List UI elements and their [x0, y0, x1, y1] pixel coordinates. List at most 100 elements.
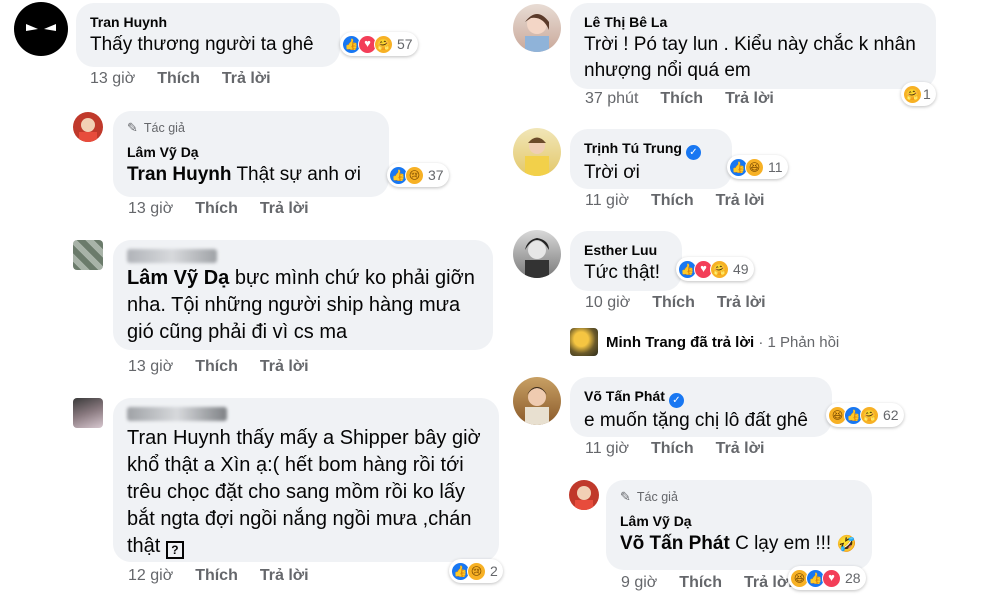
like-button[interactable]: Thích: [652, 294, 695, 312]
like-button[interactable]: Thích: [651, 192, 694, 210]
avatar[interactable]: [569, 480, 599, 510]
commenter-name[interactable]: Lê Thị Bê La: [584, 12, 667, 32]
like-button[interactable]: Thích: [660, 90, 703, 108]
reply-button[interactable]: Trả lời: [744, 574, 793, 592]
mention-tag[interactable]: Tran Huynh: [127, 164, 232, 185]
reaction-summary[interactable]: 😆 👍 ♥ 28: [788, 566, 866, 590]
comment-actions: 11 giờ Thích Trả lời: [585, 192, 764, 210]
like-button[interactable]: Thích: [157, 70, 200, 88]
like-button[interactable]: Thích: [679, 574, 722, 592]
reaction-count: 57: [397, 36, 413, 52]
comment-text: Tức thật!: [584, 262, 661, 283]
comment-actions: 11 giờ Thích Trả lời: [585, 440, 764, 458]
comment-bubble: Lâm Vỹ Dạ bực mình chứ ko phải giỡn nha.…: [113, 240, 493, 350]
sad-icon: 😢: [405, 165, 424, 185]
avatar[interactable]: [73, 398, 103, 428]
author-label: Tác giả: [636, 490, 678, 504]
love-icon: ♥: [822, 568, 841, 588]
comment-text: Thấy thương người ta ghê: [90, 34, 314, 55]
blurred-name: [127, 407, 227, 421]
commenter-name[interactable]: Lâm Vỹ Dạ: [127, 142, 199, 162]
verified-badge-icon: ✓: [668, 393, 684, 408]
reply-button[interactable]: Trả lời: [716, 440, 765, 458]
blurred-name: [127, 249, 217, 263]
comment-text-line: gió cũng phải đi vì cs ma: [127, 321, 348, 343]
care-icon: 🤗: [860, 405, 879, 425]
timestamp[interactable]: 10 giờ: [585, 294, 630, 312]
avatar[interactable]: [14, 2, 68, 56]
like-button[interactable]: Thích: [651, 440, 694, 458]
care-icon: 🤗: [903, 84, 922, 104]
reply-button[interactable]: Trả lời: [260, 567, 309, 585]
avatar[interactable]: [513, 4, 561, 52]
comment-text: C lạy em !!!: [735, 533, 832, 554]
comment-actions: 37 phút Thích Trả lời: [585, 90, 774, 108]
reaction-summary[interactable]: 🤗 1: [901, 82, 936, 106]
rofl-icon: 🤣: [836, 536, 857, 553]
commenter-name[interactable]: Tran Huynh: [90, 12, 167, 32]
reaction-count: 37: [428, 167, 444, 183]
comment-actions: 12 giờ Thích Trả lời: [128, 567, 309, 585]
separator: ·: [758, 333, 764, 351]
reaction-count: 62: [883, 407, 899, 423]
comment-bubble: Trịnh Tú Trung ✓ Trời ơi: [570, 129, 732, 189]
commenter-name[interactable]: Trịnh Tú Trung ✓: [584, 138, 701, 160]
reaction-count: 49: [733, 261, 749, 277]
avatar: [570, 328, 598, 356]
reaction-summary[interactable]: 👍 😢 2: [449, 559, 503, 583]
timestamp[interactable]: 11 giờ: [585, 192, 629, 210]
reply-button[interactable]: Trả lời: [725, 90, 774, 108]
reaction-count: 1: [923, 86, 931, 102]
like-button[interactable]: Thích: [195, 567, 238, 585]
reaction-summary[interactable]: 👍 ♥ 🤗 57: [340, 32, 418, 56]
reply-button[interactable]: Trả lời: [716, 192, 765, 210]
reply-button[interactable]: Trả lời: [222, 70, 271, 88]
commenter-name[interactable]: Esther Luu: [584, 240, 657, 260]
comment-text-line: thấy mấy a Shipper bây giờ: [236, 427, 481, 449]
timestamp[interactable]: 9 giờ: [621, 574, 657, 592]
reaction-count: 2: [490, 563, 498, 579]
commenter-name[interactable]: Võ Tấn Phát ✓: [584, 386, 684, 408]
avatar[interactable]: [513, 230, 561, 278]
timestamp[interactable]: 13 giờ: [90, 70, 135, 88]
reaction-summary[interactable]: 👍 😆 11: [727, 155, 788, 179]
replier-name: Minh Trang: [606, 333, 686, 351]
comment-text-line: bắt ngta đợi ngồi nắng ngồi mưa ,chán: [127, 508, 472, 530]
comment-bubble: ✎ Tác giả Lâm Vỹ Dạ Tran Huynh Thật sự a…: [113, 111, 389, 197]
timestamp[interactable]: 13 giờ: [128, 200, 173, 218]
comment-bubble: Tran Huynh Thấy thương người ta ghê: [76, 3, 340, 67]
comment-text-line: khổ thật a Xìn ạ:( hết bom hàng rồi tới: [127, 454, 464, 476]
reaction-summary[interactable]: 👍 ♥ 🤗 49: [676, 257, 754, 281]
avatar[interactable]: [513, 128, 561, 176]
mention-tag[interactable]: Tran Huynh: [127, 427, 231, 449]
author-badge: ✎ Tác giả: [127, 120, 375, 136]
like-button[interactable]: Thích: [195, 358, 238, 376]
reaction-summary[interactable]: 👍 😢 37: [387, 163, 449, 187]
mention-tag[interactable]: Lâm Vỹ Dạ: [127, 267, 229, 289]
timestamp[interactable]: 12 giờ: [128, 567, 173, 585]
author-label: Tác giả: [143, 121, 185, 135]
comment-actions: 10 giờ Thích Trả lời: [585, 294, 766, 312]
reaction-summary[interactable]: 😆 👍 🤗 62: [826, 403, 904, 427]
timestamp[interactable]: 37 phút: [585, 90, 638, 108]
comment-bubble: Esther Luu Tức thật!: [570, 231, 682, 291]
commenter-name[interactable]: Lâm Vỹ Dạ: [620, 511, 692, 531]
avatar[interactable]: [513, 377, 561, 425]
comment-actions: 9 giờ Thích Trả lời: [621, 574, 793, 592]
timestamp[interactable]: 13 giờ: [128, 358, 173, 376]
view-replies-link[interactable]: Minh Trang đã trả lời · 1 Phản hồi: [570, 328, 839, 356]
reply-button[interactable]: Trả lời: [260, 358, 309, 376]
comment-text-line: nha. Tội những người ship hàng mưa: [127, 294, 461, 316]
reply-button[interactable]: Trả lời: [260, 200, 309, 218]
mention-tag[interactable]: Võ Tấn Phát: [620, 533, 730, 554]
pencil-icon: ✎: [620, 489, 631, 504]
reply-button[interactable]: Trả lời: [717, 294, 766, 312]
avatar[interactable]: [73, 112, 103, 142]
comment-bubble: Võ Tấn Phát ✓ e muốn tặng chị lô đất ghê: [570, 377, 832, 437]
care-icon: 🤗: [374, 34, 393, 54]
like-button[interactable]: Thích: [195, 200, 238, 218]
comment-actions: 13 giờ Thích Trả lời: [128, 200, 309, 218]
timestamp[interactable]: 11 giờ: [585, 440, 629, 458]
sad-icon: 😢: [467, 561, 486, 581]
avatar[interactable]: [73, 240, 103, 270]
